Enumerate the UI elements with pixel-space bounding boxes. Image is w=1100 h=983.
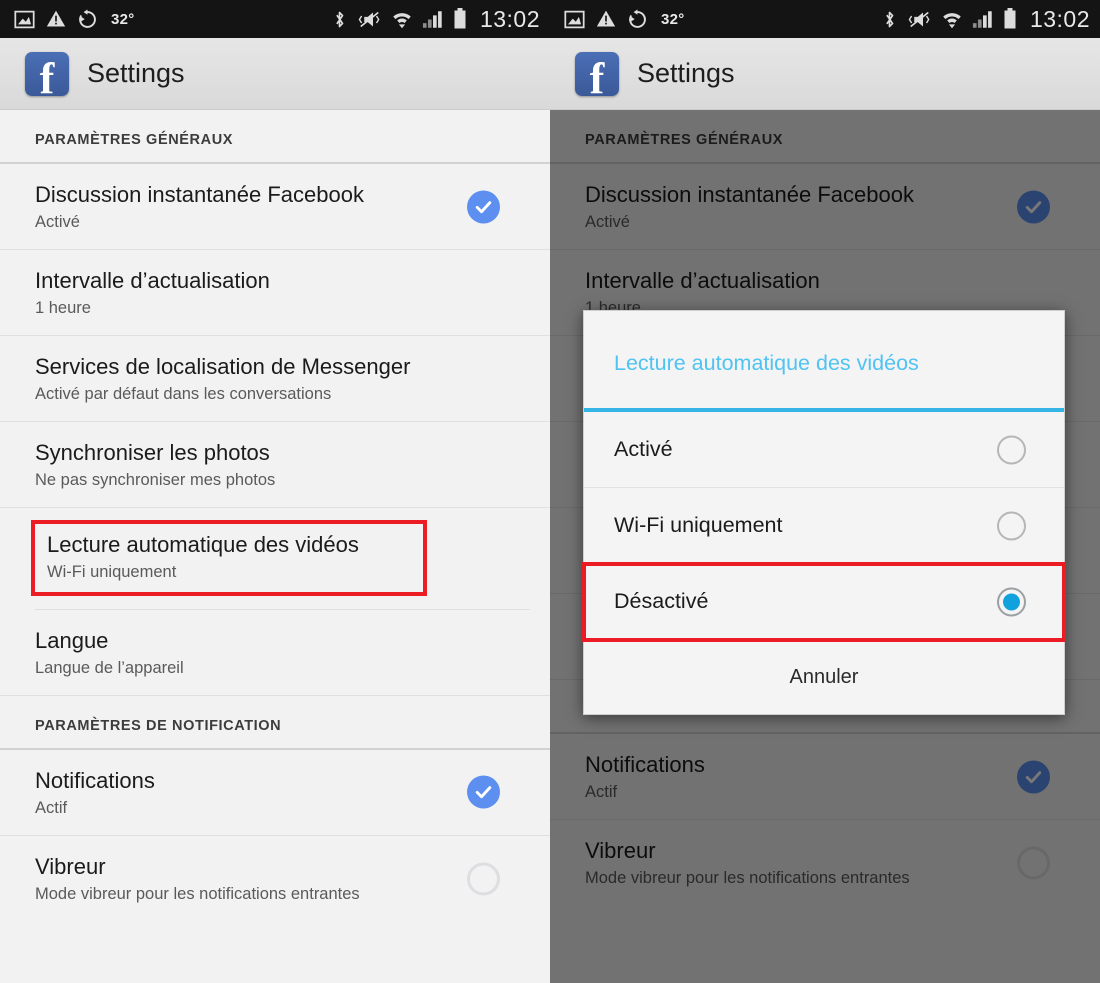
status-bar-right: 32° 13:02 [550, 0, 1100, 38]
checkbox-checked-icon[interactable] [467, 775, 500, 809]
screenshot-icon [14, 9, 35, 30]
dialog-option-active[interactable]: Activé [584, 412, 1064, 488]
facebook-logo-icon: f [25, 51, 69, 100]
checkbox-checked-icon[interactable] [1017, 190, 1050, 223]
dialog-option-label: Désactivé [614, 589, 709, 613]
radio-button-unselected[interactable] [997, 511, 1026, 540]
list-item-subtitle: Wi-Fi uniquement [47, 562, 177, 581]
wifi-icon [391, 9, 413, 30]
list-item-vibrate[interactable]: Vibreur Mode vibreur pour les notificati… [0, 836, 550, 922]
list-item-subtitle: Langue de l’appareil [35, 658, 184, 677]
settings-list-left: PARAMÈTRES GÉNÉRAUX Discussion instantan… [0, 110, 550, 922]
screen-left-settings-list: 32° 13:02 f Settings PARAMÈTRES GÉNÉRAUX… [0, 0, 550, 983]
dialog-option-label: Activé [614, 437, 673, 461]
list-item-facebook-chat[interactable]: Discussion instantanée Facebook Activé [0, 164, 550, 250]
radio-button-unselected[interactable] [997, 435, 1026, 464]
dialog-option-label: Wi-Fi uniquement [614, 513, 783, 537]
section-header-general: PARAMÈTRES GÉNÉRAUX [0, 110, 550, 164]
list-item-title: Synchroniser les photos [35, 440, 270, 465]
section-header-notifications: PARAMÈTRES DE NOTIFICATION [0, 696, 550, 750]
list-item-subtitle: Ne pas synchroniser mes photos [35, 470, 276, 489]
status-bar-left: 32° 13:02 [0, 0, 550, 38]
checkbox-unchecked-icon[interactable] [1017, 846, 1050, 880]
list-item-subtitle: Activé par défaut dans les conversations [35, 384, 332, 403]
list-item-language[interactable]: Langue Langue de l’appareil [0, 610, 550, 696]
bluetooth-icon [881, 9, 898, 30]
sync-icon [77, 8, 98, 30]
list-item-video-autoplay[interactable]: Lecture automatique des vidéos Wi-Fi uni… [0, 508, 550, 609]
battery-icon [453, 8, 467, 30]
status-bar-right-icons: 13:02 [331, 6, 540, 33]
clock: 13:02 [479, 5, 540, 32]
dimmed-content-area: f Settings PARAMÈTRES GÉNÉRAUX Discussio… [550, 38, 1100, 983]
signal-icon [972, 10, 994, 29]
video-autoplay-dialog: Lecture automatique des vidéos Activé Wi… [582, 310, 1066, 715]
signal-icon [422, 10, 444, 29]
list-item-refresh-interval[interactable]: Intervalle d’actualisation 1 heure [0, 250, 550, 336]
highlight-box-video-autoplay: Lecture automatique des vidéos Wi-Fi uni… [31, 520, 427, 596]
bluetooth-icon [331, 9, 348, 30]
checkbox-checked-icon[interactable] [1017, 760, 1050, 793]
list-item-facebook-chat[interactable]: Discussion instantanée Facebook Activé [550, 164, 1100, 250]
page-title: Settings [637, 58, 735, 88]
list-item-vibrate[interactable]: Vibreur Mode vibreur pour les notificati… [550, 820, 1100, 906]
wifi-icon [941, 9, 963, 30]
list-item-notifications[interactable]: Notifications Actif [550, 734, 1100, 820]
checkbox-checked-icon[interactable] [467, 190, 500, 223]
status-bar-right-icons: 13:02 [881, 6, 1090, 33]
dialog-option-wifi-only[interactable]: Wi-Fi uniquement [584, 488, 1064, 564]
temperature-indicator: 32° [111, 10, 135, 28]
facebook-logo-icon: f [575, 51, 619, 100]
vibrate-mute-icon [907, 9, 932, 30]
vibrate-mute-icon [357, 9, 382, 30]
checkbox-unchecked-icon[interactable] [467, 862, 500, 896]
warning-icon [596, 9, 616, 29]
dialog-title: Lecture automatique des vidéos [584, 311, 1064, 412]
list-item-subtitle: 1 heure [35, 298, 91, 317]
section-header-general: PARAMÈTRES GÉNÉRAUX [550, 110, 1100, 164]
radio-button-selected[interactable] [997, 587, 1026, 616]
warning-icon [46, 9, 66, 29]
list-item-title: Intervalle d’actualisation [35, 268, 270, 293]
list-item-notifications[interactable]: Notifications Actif [0, 750, 550, 836]
facebook-logo-letter: f [39, 53, 55, 103]
screen-right-dialog: 32° 13:02 f Settings PARAMÈTRES GÉNÉRAUX… [550, 0, 1100, 983]
facebook-logo-letter: f [589, 53, 605, 103]
app-bar-left: f Settings [0, 38, 550, 110]
battery-icon [1003, 8, 1017, 30]
list-item-sync-photos[interactable]: Synchroniser les photos Ne pas synchroni… [0, 422, 550, 508]
list-item-title: Services de localisation de Messenger [35, 354, 411, 379]
list-item-title: Lecture automatique des vidéos [47, 532, 359, 557]
sync-icon [627, 8, 648, 30]
dialog-option-disabled[interactable]: Désactivé [582, 562, 1066, 642]
screenshot-icon [564, 9, 585, 30]
list-item-title: Intervalle d’actualisation [585, 268, 820, 293]
dual-screenshot-comparison: 32° 13:02 f Settings PARAMÈTRES GÉNÉRAUX… [0, 0, 1100, 983]
clock: 13:02 [1029, 5, 1090, 32]
status-bar-left-icons: 32° [564, 8, 685, 30]
temperature-indicator: 32° [661, 10, 685, 28]
status-bar-left-icons: 32° [14, 8, 135, 30]
app-bar-right: f Settings [550, 38, 1100, 110]
cancel-button[interactable]: Annuler [584, 640, 1064, 714]
list-item-messenger-location[interactable]: Services de localisation de Messenger Ac… [0, 336, 550, 422]
page-title: Settings [87, 58, 185, 88]
list-item-title: Langue [35, 627, 109, 653]
